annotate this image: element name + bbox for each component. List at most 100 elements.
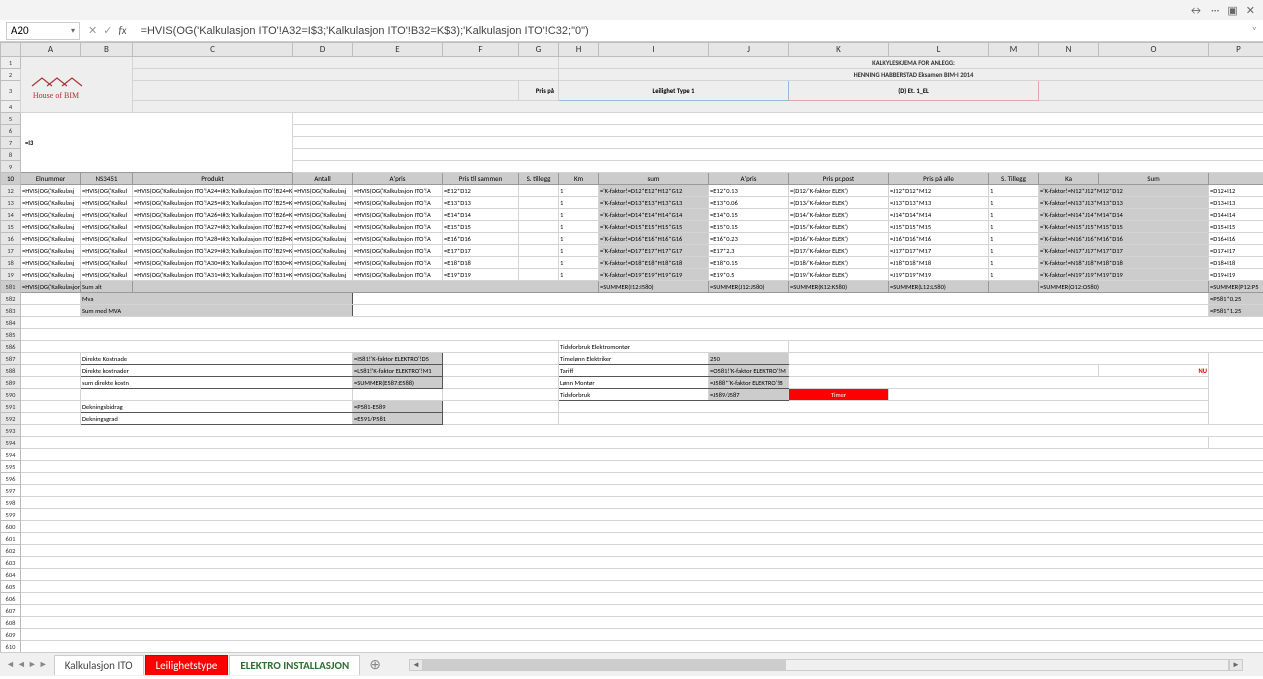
row-header[interactable]: 591 <box>1 401 21 413</box>
cell[interactable] <box>789 365 1099 377</box>
field-header[interactable]: Pris til sammen <box>443 173 519 185</box>
cell[interactable]: =E19*D19 <box>443 269 519 281</box>
cell[interactable]: =E17*D17 <box>443 245 519 257</box>
cell[interactable]: ='K-faktor!=D18*E18*H18*G18 <box>599 257 709 269</box>
cell[interactable] <box>21 569 1263 581</box>
cell[interactable] <box>989 281 1039 293</box>
cell[interactable]: =E15*0.15 <box>709 221 789 233</box>
cell[interactable] <box>519 197 559 209</box>
cell[interactable]: ='K-faktor!=N16*J16*M16*D16 <box>1039 233 1209 245</box>
col-header[interactable]: D <box>293 43 353 57</box>
cell[interactable] <box>1039 81 1263 101</box>
row-header[interactable]: 599 <box>1 509 21 521</box>
right-edge-dollar[interactable]: $ <box>1209 437 1263 449</box>
sheet-tab-kalkulasjon[interactable]: Kalkulasjon ITO <box>54 655 144 675</box>
cell[interactable] <box>21 509 1263 521</box>
cell[interactable]: ='K-faktor!=D19*E19*H19*G19 <box>599 269 709 281</box>
row-header[interactable]: 606 <box>1 593 21 605</box>
cell[interactable]: =E19*0.5 <box>709 269 789 281</box>
cell[interactable] <box>21 389 81 401</box>
cell[interactable] <box>443 377 559 389</box>
cell[interactable]: =HVIS(OG('Kalkul <box>81 197 133 209</box>
logo-cell[interactable]: House of BIM <box>21 57 133 113</box>
cell[interactable]: =E15*D15 <box>443 221 519 233</box>
left-block-label[interactable]: Dekningsbidrag <box>81 401 353 413</box>
cell[interactable] <box>133 101 1263 113</box>
tab-nav-next-icon[interactable]: ► <box>28 659 37 670</box>
cell[interactable]: ='K-faktor!=D17*E17*H17*G17 <box>599 245 709 257</box>
cell[interactable] <box>21 305 81 317</box>
cell[interactable] <box>21 485 1263 497</box>
right-block-label[interactable]: Tariff <box>559 365 709 377</box>
cell[interactable]: =HVIS(OG('Kalkulasj <box>293 221 353 233</box>
row-header[interactable]: 587 <box>1 353 21 365</box>
row-header[interactable]: 17 <box>1 245 21 257</box>
cell[interactable]: =HVIS(OG('Kalkulasj <box>293 269 353 281</box>
col-header[interactable]: K <box>789 43 889 57</box>
row-header[interactable]: 610 <box>1 641 21 653</box>
cell[interactable]: =HVIS(OG('Kalkul <box>81 209 133 221</box>
cell[interactable]: =E13*0.06 <box>709 197 789 209</box>
sheet-tab-elektro[interactable]: ELEKTRO INSTALLASJON <box>229 655 360 675</box>
row-header[interactable]: 595 <box>1 461 21 473</box>
cell[interactable]: 1 <box>559 233 599 245</box>
sheet-tab-leilighetstype[interactable]: Leilighetstype <box>145 655 229 675</box>
cell[interactable]: =D17+I17 <box>1209 245 1263 257</box>
cell[interactable]: =HVIS(OG('Kalkulasj <box>21 209 81 221</box>
cell[interactable]: =HVIS(OG('Kalkulasj <box>21 197 81 209</box>
cell[interactable]: 1 <box>559 245 599 257</box>
cell[interactable] <box>443 413 559 425</box>
left-block-value[interactable]: =P581-E589 <box>353 401 443 413</box>
row-header[interactable]: 13 <box>1 197 21 209</box>
cell[interactable]: =HVIS(OG('Kalkulasj <box>21 233 81 245</box>
row-header[interactable]: 590 <box>1 389 21 401</box>
cell[interactable] <box>293 125 1263 137</box>
field-header[interactable]: Sum <box>1099 173 1209 185</box>
cell[interactable] <box>519 245 559 257</box>
timer-cell[interactable]: Timer <box>789 389 889 401</box>
cell[interactable]: 1 <box>559 269 599 281</box>
row-header[interactable]: 4 <box>1 101 21 113</box>
cell[interactable]: =E14*0.15 <box>709 209 789 221</box>
cell[interactable] <box>293 161 1263 173</box>
cell[interactable]: =HVIS(OG('Kalkul <box>81 185 133 197</box>
col-header[interactable]: P <box>1209 43 1263 57</box>
col-header[interactable]: J <box>709 43 789 57</box>
cell[interactable]: =HVIS(OG('Kalkulasj <box>21 185 81 197</box>
pill-etasje[interactable]: (D) Et. 1_EL <box>789 81 1039 101</box>
cell[interactable]: =HVIS(OG('Kalkulasjon ITO'!A <box>353 257 443 269</box>
row-header[interactable]: 8 <box>1 149 21 161</box>
right-block-value[interactable]: =J588*'K-faktor ELEKTRO'!B <box>709 377 789 389</box>
cell[interactable]: =E18*D18 <box>443 257 519 269</box>
window-restore-icon[interactable]: ▣ <box>1227 4 1237 17</box>
cell[interactable] <box>21 449 1263 461</box>
cell[interactable] <box>443 401 559 413</box>
row-header[interactable]: 593 <box>1 425 21 437</box>
cell[interactable] <box>789 377 1209 389</box>
cell[interactable]: =SUMMER(P12:P5 <box>1209 281 1263 293</box>
cell[interactable]: ='K-faktor!=N18*J18*M18*D18 <box>1039 257 1209 269</box>
row-header[interactable]: 598 <box>1 497 21 509</box>
cell[interactable]: =(D18/'K-faktor ELEK') <box>789 257 889 269</box>
left-block-label[interactable]: Direkte kostnader <box>81 365 353 377</box>
field-header[interactable]: Ka <box>1039 173 1099 185</box>
cell[interactable]: =(D13/'K-faktor ELEK') <box>789 197 889 209</box>
hscroll-thumb[interactable] <box>424 660 786 670</box>
cell[interactable]: 1 <box>559 197 599 209</box>
right-block-label[interactable]: Lønn Montør <box>559 377 709 389</box>
cell[interactable] <box>21 401 81 413</box>
cell[interactable]: =HVIS(OG('Kalkulasj <box>293 257 353 269</box>
cell[interactable]: 1 <box>989 245 1039 257</box>
left-block-label[interactable]: Direkte Kostnade <box>81 353 353 365</box>
cell[interactable]: ='K-faktor!=N12*J12*M12*D12 <box>1039 185 1209 197</box>
cell[interactable]: ='K-faktor!=N13*J13*M13*D13 <box>1039 197 1209 209</box>
col-header[interactable]: N <box>1039 43 1099 57</box>
cell[interactable]: =HVIS(OG('Kalkulasj <box>293 197 353 209</box>
cell[interactable]: =HVIS(OG('Kalkulasjon ITO'!A27=I#3;'Kalk… <box>133 221 293 233</box>
row-header[interactable]: 602 <box>1 545 21 557</box>
row-header[interactable]: 589 <box>1 377 21 389</box>
banner-subtitle[interactable]: HENNING HABBERSTAD Eksamen BIM-I 2014 <box>559 69 1263 81</box>
cell[interactable]: =HVIS(OG('Kalkulasjon ITO'!A30=I#3;'Kalk… <box>133 257 293 269</box>
cell[interactable] <box>889 389 1209 401</box>
left-block-label[interactable]: sum direkte kostn <box>81 377 353 389</box>
